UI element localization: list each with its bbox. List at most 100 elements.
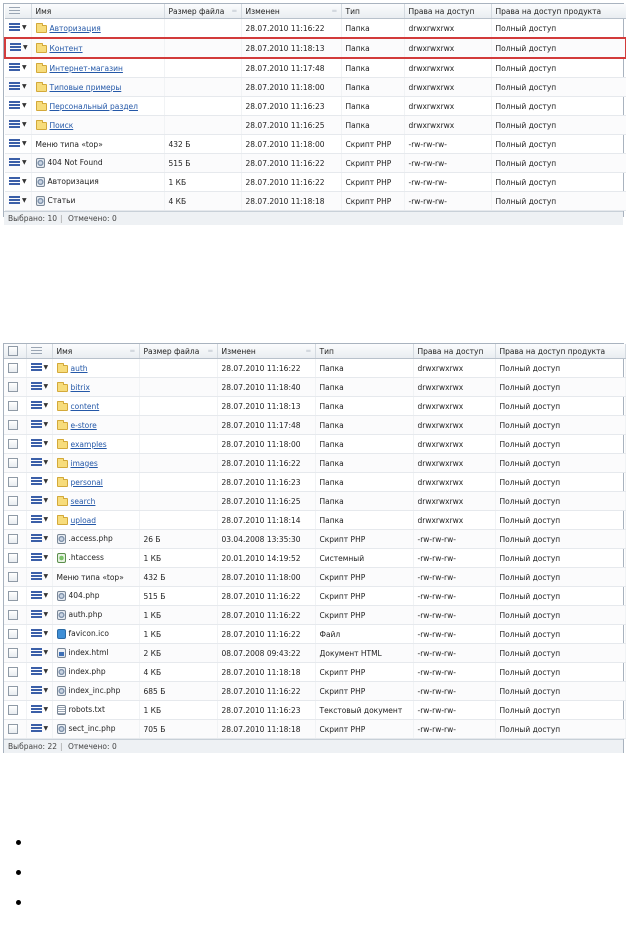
row-action-menu[interactable]: ▼ (30, 534, 48, 542)
row-menu-cell[interactable]: ▼ (26, 510, 53, 530)
row-action-menu[interactable]: ▼ (30, 382, 48, 390)
table-row[interactable]: ▼ 404 Not Found 515 Б 28.07.2010 11:16:22 Ск… (5, 153, 626, 173)
row-menu-cell[interactable]: ▼ (5, 191, 32, 211)
row-action-menu[interactable]: ▼ (9, 139, 27, 147)
name-cell[interactable]: Интернет-магазин (31, 58, 165, 78)
table-row[interactable]: ▼ auth 28.07.2010 11:16:22 Папка drwxrwxrwx П… (4, 358, 626, 378)
row-action-menu[interactable]: ▼ (9, 120, 27, 128)
row-checkbox-cell[interactable] (4, 605, 27, 625)
chevron-down-icon[interactable]: ▼ (44, 592, 49, 599)
name-cell[interactable]: index.html (52, 643, 140, 663)
row-action-menu[interactable]: ▼ (30, 458, 48, 466)
row-checkbox-cell[interactable] (4, 415, 27, 435)
menu-icon[interactable] (30, 458, 42, 466)
menu-icon[interactable] (9, 63, 20, 71)
name-cell[interactable]: .access.php (52, 529, 140, 549)
row-action-menu[interactable]: ▼ (30, 667, 48, 675)
name-cell[interactable]: sect_inc.php (52, 719, 140, 739)
folder-link[interactable]: bitrix (71, 383, 90, 392)
chevron-down-icon[interactable]: ▼ (44, 440, 49, 447)
name-cell[interactable]: Поиск (31, 115, 165, 135)
table-row[interactable]: ▼ Статьи 4 КБ 28.07.2010 11:18:18 Скрипт PHP… (5, 191, 626, 211)
row-menu-cell[interactable]: ▼ (5, 58, 32, 78)
chevron-down-icon[interactable]: ▼ (23, 44, 28, 51)
table-row[interactable]: ▼ Поиск 28.07.2010 11:16:25 Папка drwxrwxrwx… (5, 115, 626, 135)
row-checkbox-cell[interactable] (4, 358, 27, 378)
menu-icon[interactable] (9, 82, 20, 90)
table-row[interactable]: ▼ robots.txt 1 КБ 28.07.2010 11:16:23 Тексто… (4, 700, 626, 720)
sort-icon[interactable]: ═ (130, 347, 134, 355)
row-action-menu[interactable]: ▼ (10, 43, 28, 51)
table-row[interactable]: ▼ Интернет-магазин 28.07.2010 11:17:48 Папк… (5, 58, 626, 78)
column-header-name[interactable]: Имя ═ (52, 344, 140, 359)
row-menu-cell[interactable]: ▼ (26, 700, 53, 720)
chevron-down-icon[interactable]: ▼ (22, 102, 27, 109)
chevron-down-icon[interactable]: ▼ (44, 573, 49, 580)
row-action-menu[interactable]: ▼ (9, 158, 27, 166)
row-checkbox[interactable] (8, 496, 18, 506)
table-row[interactable]: ▼ upload 28.07.2010 11:18:14 Папка drwxrwxrw… (4, 510, 626, 530)
header-checkbox-cell[interactable] (4, 344, 27, 359)
folder-link[interactable]: Типовые примеры (50, 83, 122, 92)
row-action-menu[interactable]: ▼ (30, 686, 49, 694)
row-menu-cell[interactable]: ▼ (26, 624, 53, 644)
row-checkbox-cell[interactable] (4, 643, 27, 663)
chevron-down-icon[interactable]: ▼ (44, 516, 49, 523)
menu-icon[interactable] (9, 23, 20, 31)
chevron-down-icon[interactable]: ▼ (22, 121, 27, 128)
menu-icon[interactable] (30, 686, 42, 694)
menu-icon[interactable] (30, 705, 42, 713)
chevron-down-icon[interactable]: ▼ (22, 178, 27, 185)
folder-link[interactable]: personal (71, 478, 103, 487)
sort-icon[interactable]: ═ (232, 7, 236, 15)
row-menu-cell[interactable]: ▼ (26, 377, 53, 397)
row-action-menu[interactable]: ▼ (30, 705, 48, 713)
name-cell[interactable]: upload (52, 510, 140, 530)
row-menu-cell[interactable]: ▼ (5, 153, 32, 173)
row-checkbox-cell[interactable] (4, 624, 27, 644)
name-cell[interactable]: auth (52, 358, 140, 378)
row-action-menu[interactable]: ▼ (30, 648, 48, 656)
menu-icon[interactable] (30, 572, 42, 580)
row-action-menu[interactable]: ▼ (30, 553, 48, 561)
table-row[interactable]: ▼ 404.php 515 Б 28.07.2010 11:16:22 Скрипт P… (4, 586, 626, 606)
table-row[interactable]: ▼ Меню типа «top» 432 Б 28.07.2010 11:18:00… (4, 567, 626, 587)
table-row-highlighted[interactable]: ▼ Контент 28.07.2010 11:18:13 Папка drwxrwxr… (4, 37, 626, 59)
row-menu-cell[interactable]: ▼ (26, 567, 53, 587)
menu-icon[interactable] (30, 591, 42, 599)
row-action-menu[interactable]: ▼ (9, 23, 27, 31)
chevron-down-icon[interactable]: ▼ (44, 687, 49, 694)
table-row[interactable]: ▼ examples 28.07.2010 11:18:00 Папка drwxrwx… (4, 434, 626, 454)
row-checkbox-cell[interactable] (4, 377, 27, 397)
chevron-down-icon[interactable]: ▼ (22, 140, 27, 147)
menu-icon[interactable] (30, 515, 42, 523)
column-header-name[interactable]: Имя (31, 4, 165, 19)
chevron-down-icon[interactable]: ▼ (44, 630, 49, 637)
menu-icon[interactable] (30, 667, 42, 675)
folder-link[interactable]: examples (71, 440, 107, 449)
name-cell[interactable]: bitrix (52, 377, 140, 397)
row-checkbox[interactable] (8, 629, 18, 639)
chevron-down-icon[interactable]: ▼ (22, 24, 27, 31)
menu-icon[interactable] (30, 420, 42, 428)
folder-link[interactable]: content (71, 402, 100, 411)
column-header-size[interactable]: Размер файла ═ (164, 4, 242, 19)
row-action-menu[interactable]: ▼ (9, 177, 27, 185)
table-row[interactable]: ▼ Авторизация 28.07.2010 11:16:22 Папка drwx… (5, 18, 626, 39)
menu-icon[interactable] (30, 382, 42, 390)
row-action-menu[interactable]: ▼ (30, 477, 48, 485)
row-action-menu[interactable]: ▼ (30, 401, 48, 409)
row-checkbox[interactable] (8, 420, 18, 430)
row-checkbox-cell[interactable] (4, 472, 27, 492)
row-action-menu[interactable]: ▼ (30, 572, 49, 580)
sort-icon[interactable]: ═ (332, 7, 336, 15)
row-checkbox[interactable] (8, 686, 18, 696)
row-menu-cell[interactable]: ▼ (26, 605, 53, 625)
row-checkbox[interactable] (8, 382, 18, 392)
table-row[interactable]: ▼ index_inc.php 685 Б 28.07.2010 11:16:22 Ск… (4, 681, 626, 701)
sort-icon[interactable]: ═ (306, 347, 310, 355)
name-cell[interactable]: images (52, 453, 140, 473)
name-cell[interactable]: index_inc.php (52, 681, 140, 701)
row-checkbox[interactable] (8, 724, 18, 734)
menu-icon[interactable] (9, 196, 20, 204)
